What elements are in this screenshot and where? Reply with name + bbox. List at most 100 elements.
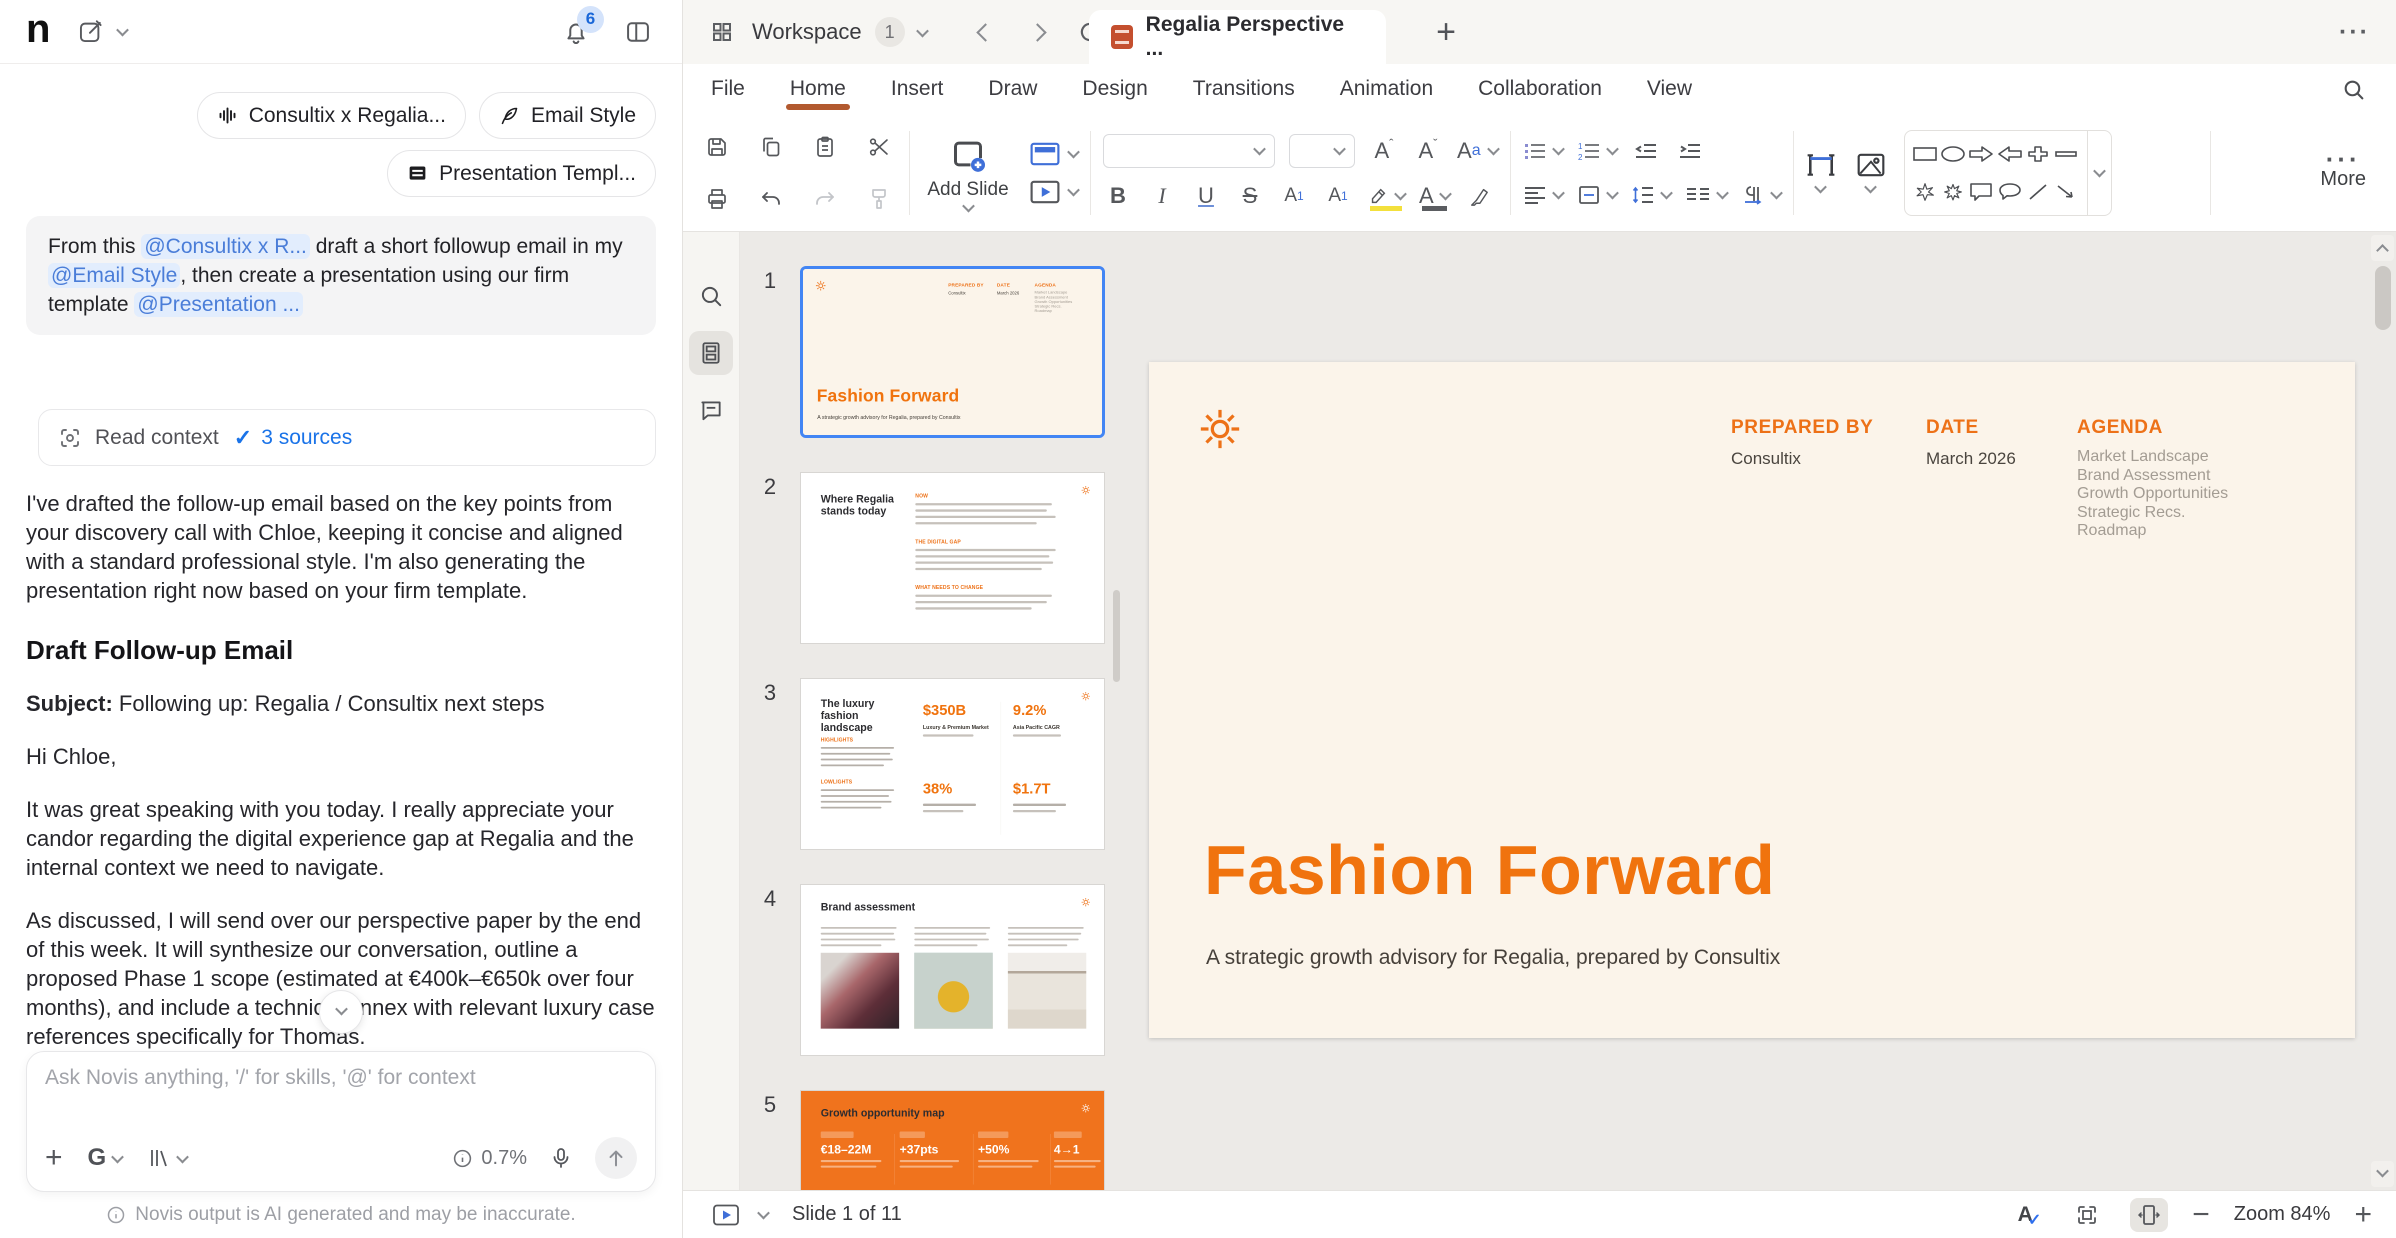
- forward-button[interactable]: [1021, 15, 1055, 49]
- start-slideshow-button[interactable]: [1030, 180, 1078, 204]
- shape-ellipse[interactable]: [1940, 145, 1966, 163]
- toggle-sidebar-button[interactable]: [620, 14, 656, 50]
- slide-title[interactable]: Fashion Forward: [1204, 830, 1775, 910]
- slide-thumbnail-2[interactable]: Where Regalia stands today NOW THE DIGIT…: [800, 472, 1105, 644]
- bold-button[interactable]: B: [1103, 180, 1133, 212]
- add-slide-button[interactable]: Add Slide: [922, 134, 1014, 212]
- shape-arrow-line[interactable]: [2055, 183, 2077, 201]
- chat-input[interactable]: [45, 1066, 637, 1090]
- strikethrough-button[interactable]: S: [1235, 180, 1265, 212]
- new-chat-button[interactable]: [72, 14, 108, 50]
- shape-explosion-1[interactable]: [1914, 182, 1936, 202]
- find-button[interactable]: [689, 274, 733, 318]
- redo-button[interactable]: [807, 181, 843, 217]
- align-text-button[interactable]: [1523, 179, 1563, 211]
- bullet-list-button[interactable]: [1523, 135, 1563, 167]
- cut-button[interactable]: [861, 129, 897, 165]
- font-size-select[interactable]: [1289, 134, 1355, 168]
- new-tab-button[interactable]: +: [1421, 0, 1471, 64]
- attach-button[interactable]: +: [45, 1143, 63, 1173]
- notifications-button[interactable]: 6: [558, 14, 594, 50]
- text-direction-button[interactable]: [1741, 179, 1781, 211]
- clear-format-button[interactable]: [1464, 180, 1494, 212]
- play-from-start-button[interactable]: [707, 1198, 745, 1232]
- slide-panel-button[interactable]: [689, 331, 733, 375]
- context-pill-email-style[interactable]: Email Style: [479, 92, 656, 139]
- document-tab[interactable]: Regalia Perspective ...: [1089, 10, 1386, 64]
- search-icon[interactable]: [2341, 64, 2366, 114]
- line-spacing-button[interactable]: [1631, 179, 1671, 211]
- shape-callout-round[interactable]: [1998, 182, 2022, 202]
- superscript-button[interactable]: A1: [1279, 180, 1309, 212]
- shape-minus[interactable]: [2053, 145, 2079, 163]
- library-selector[interactable]: [147, 1146, 187, 1170]
- spellcheck-button[interactable]: A✓: [2006, 1198, 2044, 1232]
- read-context-card[interactable]: Read context ✓ 3 sources: [38, 409, 656, 466]
- scroll-to-bottom-button[interactable]: [319, 990, 363, 1034]
- format-painter-button[interactable]: [861, 181, 897, 217]
- ribbon-more-button[interactable]: ··· More: [2320, 154, 2380, 191]
- menu-transitions[interactable]: Transitions: [1193, 64, 1295, 114]
- shape-arrow-left[interactable]: [1997, 145, 2023, 163]
- font-color-button[interactable]: A: [1419, 180, 1450, 212]
- chevron-down-icon[interactable]: [117, 24, 130, 37]
- menu-collaboration[interactable]: Collaboration: [1478, 64, 1602, 114]
- scroll-down-arrow[interactable]: [2371, 1161, 2394, 1187]
- insert-picture-button[interactable]: [1856, 152, 1886, 193]
- change-case-button[interactable]: Aa: [1457, 135, 1498, 167]
- workspace-label[interactable]: Workspace: [752, 19, 862, 45]
- menu-view[interactable]: View: [1647, 64, 1692, 114]
- menu-design[interactable]: Design: [1082, 64, 1147, 114]
- comments-button[interactable]: [689, 388, 733, 432]
- zoom-level[interactable]: Zoom 84%: [2234, 1203, 2331, 1226]
- italic-button[interactable]: I: [1147, 180, 1177, 212]
- shape-callout-square[interactable]: [1969, 182, 1993, 202]
- columns-button[interactable]: [1685, 179, 1727, 211]
- increase-font-button[interactable]: Aˆ: [1369, 135, 1399, 167]
- shape-line[interactable]: [2027, 183, 2049, 201]
- context-pill-template[interactable]: Presentation Templ...: [387, 150, 656, 197]
- workspace-grid-icon[interactable]: [705, 15, 739, 49]
- undo-button[interactable]: [753, 181, 789, 217]
- current-slide[interactable]: PREPARED BY Consultix DATE March 2026 AG…: [1149, 362, 2355, 1038]
- menu-home[interactable]: Home: [790, 64, 846, 114]
- fit-page-button[interactable]: [2130, 1198, 2168, 1232]
- print-button[interactable]: [699, 181, 735, 217]
- context-pill-transcript[interactable]: Consultix x Regalia...: [197, 92, 466, 139]
- increase-indent-button[interactable]: [1675, 135, 1705, 167]
- numbered-list-button[interactable]: 12: [1577, 135, 1617, 167]
- menu-animation[interactable]: Animation: [1340, 64, 1433, 114]
- chevron-down-icon[interactable]: [916, 24, 929, 37]
- send-button[interactable]: [595, 1137, 637, 1179]
- canvas-scrollbar[interactable]: [2369, 232, 2396, 1190]
- fit-slide-button[interactable]: [2068, 1198, 2106, 1232]
- save-button[interactable]: [699, 129, 735, 165]
- slide-layout-button[interactable]: [1030, 142, 1078, 166]
- shape-rectangle[interactable]: [1912, 145, 1938, 163]
- thumbnail-scrollbar[interactable]: [1113, 590, 1120, 682]
- shapes-expand-button[interactable]: [2087, 131, 2111, 215]
- back-button[interactable]: [969, 15, 1003, 49]
- text-box-button[interactable]: [1806, 152, 1836, 193]
- decrease-font-button[interactable]: Aˇ: [1413, 135, 1443, 167]
- decrease-indent-button[interactable]: [1631, 135, 1661, 167]
- vertical-align-button[interactable]: [1577, 179, 1617, 211]
- scroll-up-arrow[interactable]: [2371, 235, 2394, 261]
- shape-arrow-right[interactable]: [1968, 145, 1994, 163]
- mention-presentation[interactable]: @Presentation ...: [134, 292, 303, 317]
- zoom-in-button[interactable]: +: [2354, 1200, 2372, 1230]
- slide-thumbnail-5[interactable]: Growth opportunity map €18–22M +37pts +5…: [800, 1090, 1105, 1190]
- sources-link[interactable]: ✓ 3 sources: [234, 425, 352, 451]
- zoom-out-button[interactable]: −: [2192, 1200, 2210, 1230]
- highlight-color-button[interactable]: [1367, 180, 1405, 212]
- copy-button[interactable]: [753, 129, 789, 165]
- slide-thumbnail-3[interactable]: The luxury fashion landscape HIGHLIGHTS …: [800, 678, 1105, 850]
- usage-indicator[interactable]: 0.7%: [452, 1147, 527, 1170]
- slide-subtitle[interactable]: A strategic growth advisory for Regalia,…: [1206, 946, 1780, 970]
- chevron-down-icon[interactable]: [757, 1207, 770, 1220]
- subscript-button[interactable]: A1: [1323, 180, 1353, 212]
- shape-explosion-2[interactable]: [1942, 182, 1964, 202]
- paste-button[interactable]: [807, 129, 843, 165]
- mention-email-style[interactable]: @Email Style: [48, 263, 180, 288]
- menu-insert[interactable]: Insert: [891, 64, 944, 114]
